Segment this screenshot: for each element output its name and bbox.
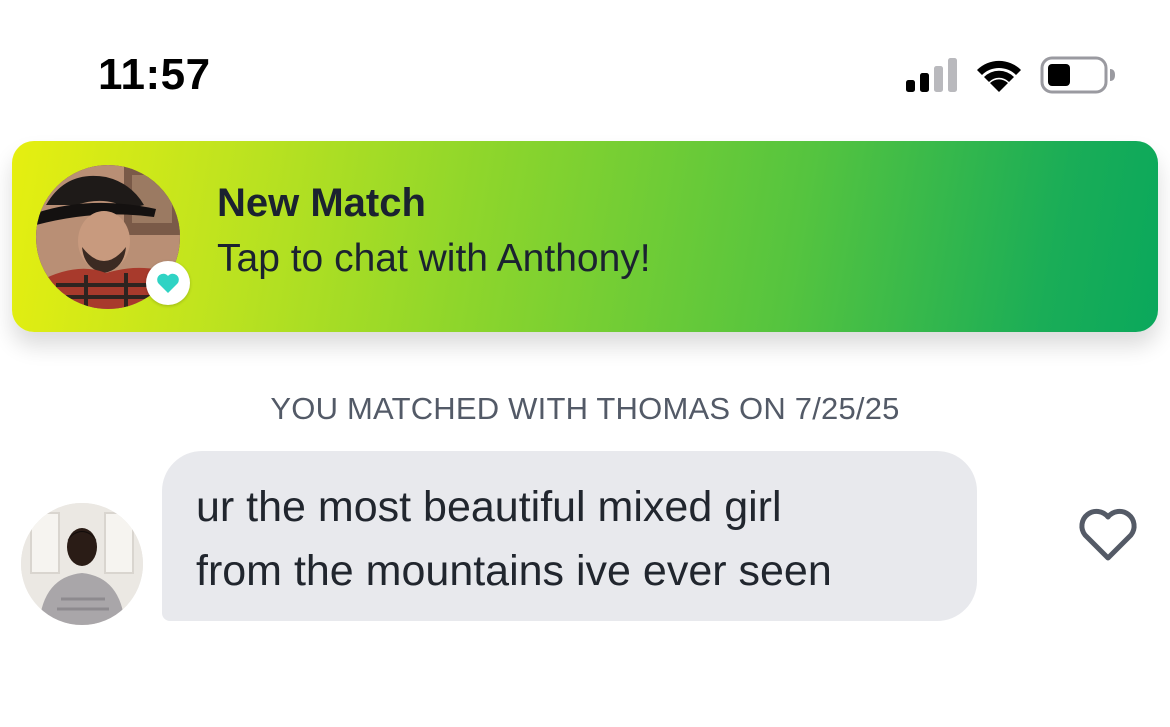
heart-outline-icon[interactable] xyxy=(1077,507,1139,563)
status-time: 11:57 xyxy=(98,50,211,99)
match-info: YOU MATCHED WITH THOMAS ON 7/25/25 xyxy=(270,391,900,426)
notification-subtitle: Tap to chat with Anthony! xyxy=(217,237,651,280)
message-text: ur the most beautiful mixed girl from th… xyxy=(196,483,832,595)
heart-icon xyxy=(157,273,179,293)
sender-avatar[interactable] xyxy=(21,503,143,625)
message-bubble[interactable]: ur the most beautiful mixed girl from th… xyxy=(162,451,977,621)
wifi-icon xyxy=(977,60,1021,92)
heart-badge xyxy=(146,261,190,305)
cellular-signal-icon xyxy=(906,58,957,92)
new-match-notification[interactable]: New Match Tap to chat with Anthony! xyxy=(12,141,1158,332)
battery-icon xyxy=(1040,56,1115,94)
notification-title: New Match xyxy=(217,181,426,225)
